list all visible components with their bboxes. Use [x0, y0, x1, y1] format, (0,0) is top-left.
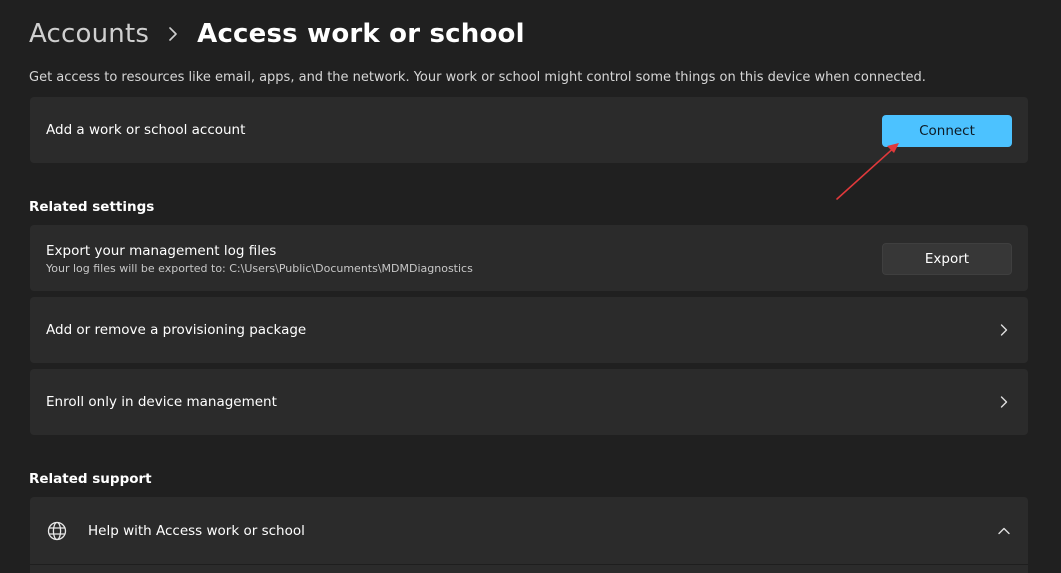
page-description: Get access to resources like email, apps… [29, 70, 926, 85]
enroll-device-management-label: Enroll only in device management [46, 394, 277, 410]
help-access-work-school-card[interactable]: Help with Access work or school [30, 497, 1028, 564]
settings-page: Accounts Access work or school Get acces… [0, 0, 1061, 573]
chevron-right-icon [1000, 396, 1008, 408]
provisioning-package-card[interactable]: Add or remove a provisioning package [30, 297, 1028, 363]
help-expanded-content [30, 565, 1028, 573]
related-settings-heading: Related settings [29, 199, 155, 215]
export-logs-path: Your log files will be exported to: C:\U… [46, 262, 473, 275]
chevron-right-icon [169, 27, 177, 41]
add-account-card: Add a work or school account Connect [30, 97, 1028, 163]
export-button[interactable]: Export [882, 243, 1012, 275]
chevron-right-icon [1000, 324, 1008, 336]
related-support-heading: Related support [29, 471, 152, 487]
export-logs-card: Export your management log files Your lo… [30, 225, 1028, 291]
chevron-up-icon[interactable] [998, 525, 1010, 537]
provisioning-package-label: Add or remove a provisioning package [46, 322, 307, 338]
page-title: Access work or school [197, 19, 525, 49]
connect-button[interactable]: Connect [882, 115, 1012, 147]
export-logs-label: Export your management log files [46, 243, 277, 259]
help-access-work-school-label: Help with Access work or school [88, 523, 305, 539]
breadcrumb-accounts-link[interactable]: Accounts [29, 19, 149, 49]
breadcrumb: Accounts Access work or school [29, 14, 525, 54]
enroll-device-management-card[interactable]: Enroll only in device management [30, 369, 1028, 435]
add-account-label: Add a work or school account [46, 122, 246, 138]
globe-icon [47, 521, 67, 541]
